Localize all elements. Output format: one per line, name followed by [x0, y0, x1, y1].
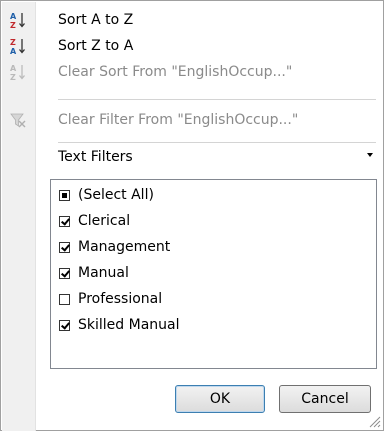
- list-item-clerical[interactable]: Clerical: [59, 210, 130, 232]
- svg-text:A: A: [10, 47, 17, 55]
- sort-ascending-icon: A Z: [1, 7, 35, 33]
- svg-text:Z: Z: [10, 21, 16, 29]
- list-item-skilled-manual[interactable]: Skilled Manual: [59, 314, 180, 336]
- select-all-checkbox[interactable]: [59, 189, 70, 201]
- list-item-label: (Select All): [78, 187, 154, 203]
- sort-z-to-a-item[interactable]: Z A Sort Z to A: [1, 33, 383, 59]
- text-filters-label: Text Filters: [58, 149, 133, 165]
- clear-filter-icon: [1, 107, 35, 133]
- list-item-management[interactable]: Management: [59, 236, 170, 258]
- list-item-label: Skilled Manual: [78, 317, 180, 333]
- professional-checkbox[interactable]: [59, 293, 70, 305]
- clear-sort-item: A Z Clear Sort From "EnglishOccup...": [1, 59, 383, 85]
- sort-a-to-z-item[interactable]: A Z Sort A to Z: [1, 7, 383, 33]
- text-filters-item[interactable]: Text Filters: [1, 144, 383, 170]
- list-item-select-all[interactable]: (Select All): [59, 184, 154, 206]
- svg-text:A: A: [10, 64, 17, 73]
- menu-separator: [58, 142, 376, 143]
- sort-a-to-z-label: Sort A to Z: [58, 12, 134, 28]
- svg-text:A: A: [10, 12, 17, 21]
- submenu-arrow-icon: [367, 153, 373, 157]
- ok-button[interactable]: OK: [175, 385, 265, 413]
- list-item-manual[interactable]: Manual: [59, 262, 129, 284]
- management-checkbox[interactable]: [59, 241, 70, 253]
- clear-sort-label: Clear Sort From "EnglishOccup...": [58, 64, 293, 80]
- list-item-label: Clerical: [78, 213, 131, 229]
- clear-filter-label: Clear Filter From "EnglishOccup...": [58, 112, 299, 128]
- menu-separator: [58, 99, 376, 100]
- list-item-label: Professional: [78, 291, 163, 307]
- clerical-checkbox[interactable]: [59, 215, 70, 227]
- resize-grip-icon[interactable]: [367, 414, 381, 428]
- clear-sort-icon: A Z: [1, 59, 35, 85]
- svg-text:Z: Z: [10, 73, 16, 81]
- svg-text:Z: Z: [10, 38, 16, 47]
- list-item-label: Management: [78, 239, 171, 255]
- list-item-label: Manual: [78, 265, 129, 281]
- list-item-professional[interactable]: Professional: [59, 288, 162, 310]
- sort-z-to-a-label: Sort Z to A: [58, 38, 134, 54]
- filter-values-list[interactable]: (Select All) Clerical Management Manual …: [50, 179, 377, 369]
- skilled-manual-checkbox[interactable]: [59, 319, 70, 331]
- clear-filter-item: Clear Filter From "EnglishOccup...": [1, 107, 383, 133]
- autofilter-dropdown: A Z Sort A to Z Z A Sort Z to A A Z Clea…: [0, 0, 384, 431]
- manual-checkbox[interactable]: [59, 267, 70, 279]
- sort-descending-icon: Z A: [1, 33, 35, 59]
- cancel-button[interactable]: Cancel: [279, 385, 371, 413]
